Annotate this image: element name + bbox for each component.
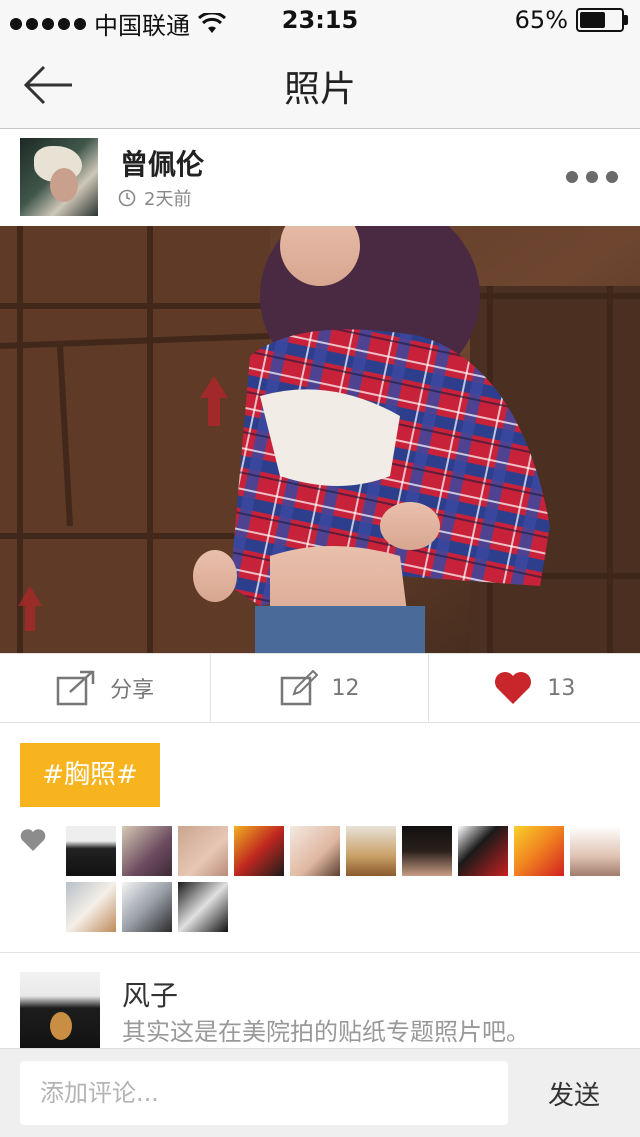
liker-avatar[interactable]	[514, 826, 564, 876]
comment-button[interactable]: 12	[210, 654, 427, 722]
heart-icon	[495, 672, 532, 704]
comment-count: 12	[331, 675, 360, 701]
author-name[interactable]: 曾佩伦	[120, 143, 204, 183]
comment-text: 其实这是在美院拍的贴纸专题照片吧。	[122, 1018, 530, 1046]
clock-icon	[118, 189, 136, 207]
send-button[interactable]: 发送	[512, 1061, 636, 1125]
share-icon	[56, 670, 95, 706]
liker-avatar[interactable]	[458, 826, 508, 876]
post-author-row: 曾佩伦 2天前	[0, 129, 640, 225]
topic-tag[interactable]: #胸照#	[20, 743, 160, 807]
section-divider	[0, 952, 640, 953]
like-count: 13	[547, 675, 576, 701]
share-button[interactable]: 分享	[0, 654, 210, 722]
post-photo[interactable]	[0, 226, 640, 653]
battery-icon	[576, 8, 628, 32]
commenter-avatar[interactable]	[20, 972, 100, 1052]
nav-bar: 照片	[0, 40, 640, 129]
liker-avatar[interactable]	[178, 826, 228, 876]
liker-avatar[interactable]	[66, 882, 116, 932]
status-bar: 中国联通 23:15 65%	[0, 0, 640, 40]
post-time-label: 2天前	[144, 189, 192, 210]
liker-avatar[interactable]	[402, 826, 452, 876]
author-avatar[interactable]	[20, 138, 98, 216]
like-button[interactable]: 13	[427, 654, 640, 722]
liker-avatar[interactable]	[234, 826, 284, 876]
page-title: 照片	[283, 69, 356, 110]
comment-input[interactable]	[20, 1061, 508, 1125]
post-time: 2天前	[118, 185, 191, 211]
more-dots-icon[interactable]	[566, 171, 618, 183]
edit-comment-icon	[280, 670, 318, 706]
post-photo-illustration	[0, 226, 640, 653]
liker-avatar[interactable]	[66, 826, 116, 876]
liker-avatar[interactable]	[290, 826, 340, 876]
commenter-name[interactable]: 风子	[122, 974, 178, 1014]
battery-percent: 65%	[514, 6, 568, 34]
share-label: 分享	[110, 678, 155, 703]
liker-avatar[interactable]	[122, 882, 172, 932]
liked-heart-icon	[20, 829, 46, 851]
post-actions-bar: 分享 12 13	[0, 653, 640, 723]
comment-input-bar: 发送	[0, 1048, 640, 1137]
liker-avatar[interactable]	[122, 826, 172, 876]
liker-avatar[interactable]	[346, 826, 396, 876]
liker-avatar[interactable]	[570, 826, 620, 876]
liker-avatar[interactable]	[178, 882, 228, 932]
